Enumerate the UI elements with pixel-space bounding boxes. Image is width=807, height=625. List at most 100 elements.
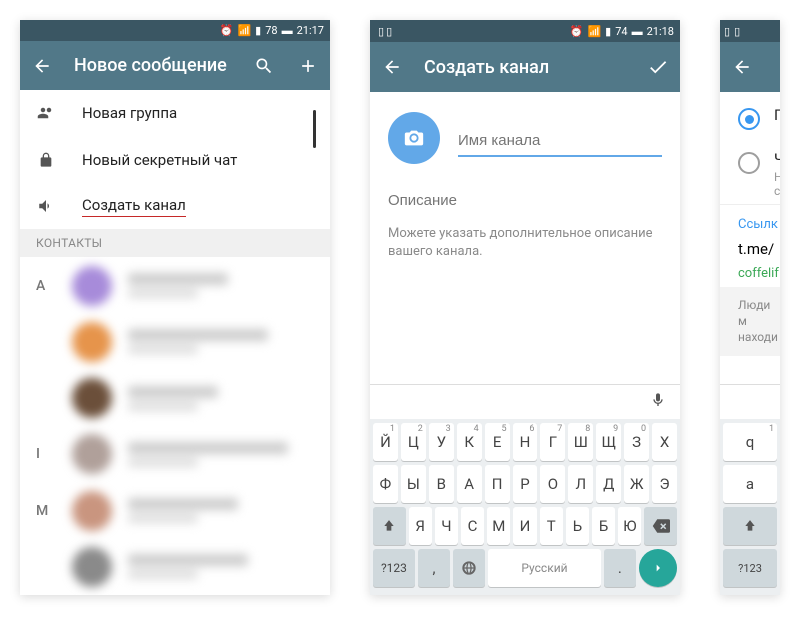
key-enter[interactable]: [639, 549, 677, 587]
key[interactable]: Л: [568, 465, 593, 503]
key-space[interactable]: Русский: [488, 549, 601, 587]
key[interactable]: Ю: [618, 507, 641, 545]
key[interactable]: 1q: [723, 423, 777, 461]
mic-icon[interactable]: [650, 392, 666, 412]
key-comma[interactable]: ,: [418, 549, 450, 587]
signal-icon: ▮: [255, 24, 261, 37]
page-title: Создать канал: [424, 57, 626, 78]
avatar: [72, 266, 112, 306]
radio-private[interactable]: Ча На сс: [720, 136, 780, 204]
keyboard: Й1Ц2У3К4Е5Н6Г7Ш8Щ9З0Х ФЫВАПРОЛДЖЭ ЯЧСМИТ…: [370, 384, 680, 595]
wifi-icon: 📶: [237, 24, 251, 37]
radio-icon: [738, 152, 760, 174]
key[interactable]: О: [540, 465, 565, 503]
contact-row[interactable]: [20, 314, 330, 370]
key[interactable]: Ж: [624, 465, 649, 503]
contact-row[interactable]: [20, 370, 330, 426]
channel-description-input[interactable]: [388, 188, 662, 213]
link-section: Ссылк t.me/ coffelif: [720, 204, 780, 287]
menu-label: Новая группа: [82, 104, 177, 122]
search-button[interactable]: [252, 54, 276, 78]
battery-text: 74: [615, 25, 627, 38]
contact-row[interactable]: І: [20, 426, 330, 482]
key[interactable]: Й1: [373, 423, 398, 461]
contact-row[interactable]: М: [20, 482, 330, 538]
key[interactable]: С: [461, 507, 484, 545]
radio-title: Ча: [774, 150, 780, 168]
sim-icon: ▯: [724, 25, 730, 38]
key-period[interactable]: .: [604, 549, 636, 587]
contact-row[interactable]: А: [20, 257, 330, 313]
key[interactable]: Э: [652, 465, 677, 503]
key[interactable]: Г7: [540, 423, 565, 461]
key-shift[interactable]: [373, 507, 406, 545]
key[interactable]: П: [485, 465, 510, 503]
menu-secret-chat[interactable]: Новый секретный чат: [20, 136, 330, 183]
back-button[interactable]: [380, 55, 404, 79]
description-hint: Можете указать дополнительное описание в…: [370, 219, 680, 266]
index-letter: М: [36, 503, 56, 519]
status-bar: ⏰ 📶 ▮ 78 ▬ 21:17: [20, 20, 330, 41]
key[interactable]: Е5: [485, 423, 510, 461]
key[interactable]: Х: [652, 423, 677, 461]
key[interactable]: Д: [596, 465, 621, 503]
sim-icon: ▯: [386, 25, 392, 38]
page-title: Новое сообщение: [74, 55, 232, 76]
keyboard-row-2: ФЫВАПРОЛДЖЭ: [370, 461, 680, 503]
key-num[interactable]: ?123: [373, 549, 415, 587]
contact-row[interactable]: [20, 539, 330, 595]
key[interactable]: К4: [457, 423, 482, 461]
confirm-button[interactable]: [646, 55, 670, 79]
menu-label: Новый секретный чат: [82, 151, 237, 169]
link-hint: Люди м находи: [720, 287, 780, 356]
menu-label: Создать канал: [82, 196, 186, 217]
link-status: coffelif: [738, 266, 762, 281]
key[interactable]: В: [429, 465, 454, 503]
sim-icon: ▯: [378, 25, 384, 38]
menu-create-channel[interactable]: Создать канал: [20, 183, 330, 230]
clock: 21:17: [297, 24, 324, 37]
key[interactable]: У3: [429, 423, 454, 461]
key[interactable]: Т: [540, 507, 563, 545]
key[interactable]: З0: [624, 423, 649, 461]
key-num[interactable]: ?123: [723, 549, 777, 587]
channel-photo-button[interactable]: [388, 112, 440, 164]
screen-new-message: ⏰ 📶 ▮ 78 ▬ 21:17 Новое сообщение Новая г…: [20, 20, 330, 595]
status-bar: ▯ ▯: [720, 20, 780, 42]
key[interactable]: Ш8: [568, 423, 593, 461]
key[interactable]: Н6: [513, 423, 538, 461]
group-icon: [36, 104, 56, 122]
scrollbar[interactable]: [313, 110, 316, 148]
keyboard-row-1: Й1Ц2У3К4Е5Н6Г7Ш8Щ9З0Х: [370, 419, 680, 461]
compose-button[interactable]: [296, 54, 320, 78]
back-button[interactable]: [30, 54, 54, 78]
key[interactable]: Б: [592, 507, 615, 545]
radio-public[interactable]: Пу: [720, 92, 780, 136]
key[interactable]: Я: [409, 507, 432, 545]
link-prefix: t.me/: [738, 240, 774, 258]
key[interactable]: М: [487, 507, 510, 545]
alarm-icon: ⏰: [220, 24, 234, 37]
keyboard: 1q a ?123: [720, 384, 780, 595]
key[interactable]: Ф: [373, 465, 398, 503]
alarm-icon: ⏰: [570, 25, 584, 38]
back-button[interactable]: [730, 55, 754, 79]
key-backspace[interactable]: [644, 507, 677, 545]
channel-name-input[interactable]: [458, 126, 662, 157]
key[interactable]: Р: [513, 465, 538, 503]
key[interactable]: Ь: [566, 507, 589, 545]
key[interactable]: Ч: [435, 507, 458, 545]
key-lang[interactable]: [453, 549, 485, 587]
key-shift[interactable]: [723, 507, 777, 545]
key[interactable]: Ц2: [401, 423, 426, 461]
key[interactable]: А: [457, 465, 482, 503]
status-bar: ▯ ▯ ⏰ 📶 ▮ 74 ▬ 21:18: [370, 20, 680, 42]
key[interactable]: И: [513, 507, 536, 545]
app-bar: Новое сообщение: [20, 41, 330, 90]
key[interactable]: Ы: [401, 465, 426, 503]
key[interactable]: Щ9: [596, 423, 621, 461]
menu-new-group[interactable]: Новая группа: [20, 90, 330, 137]
key[interactable]: a: [723, 465, 777, 503]
index-letter: І: [36, 446, 56, 462]
sim-icon: ▯: [734, 25, 740, 38]
